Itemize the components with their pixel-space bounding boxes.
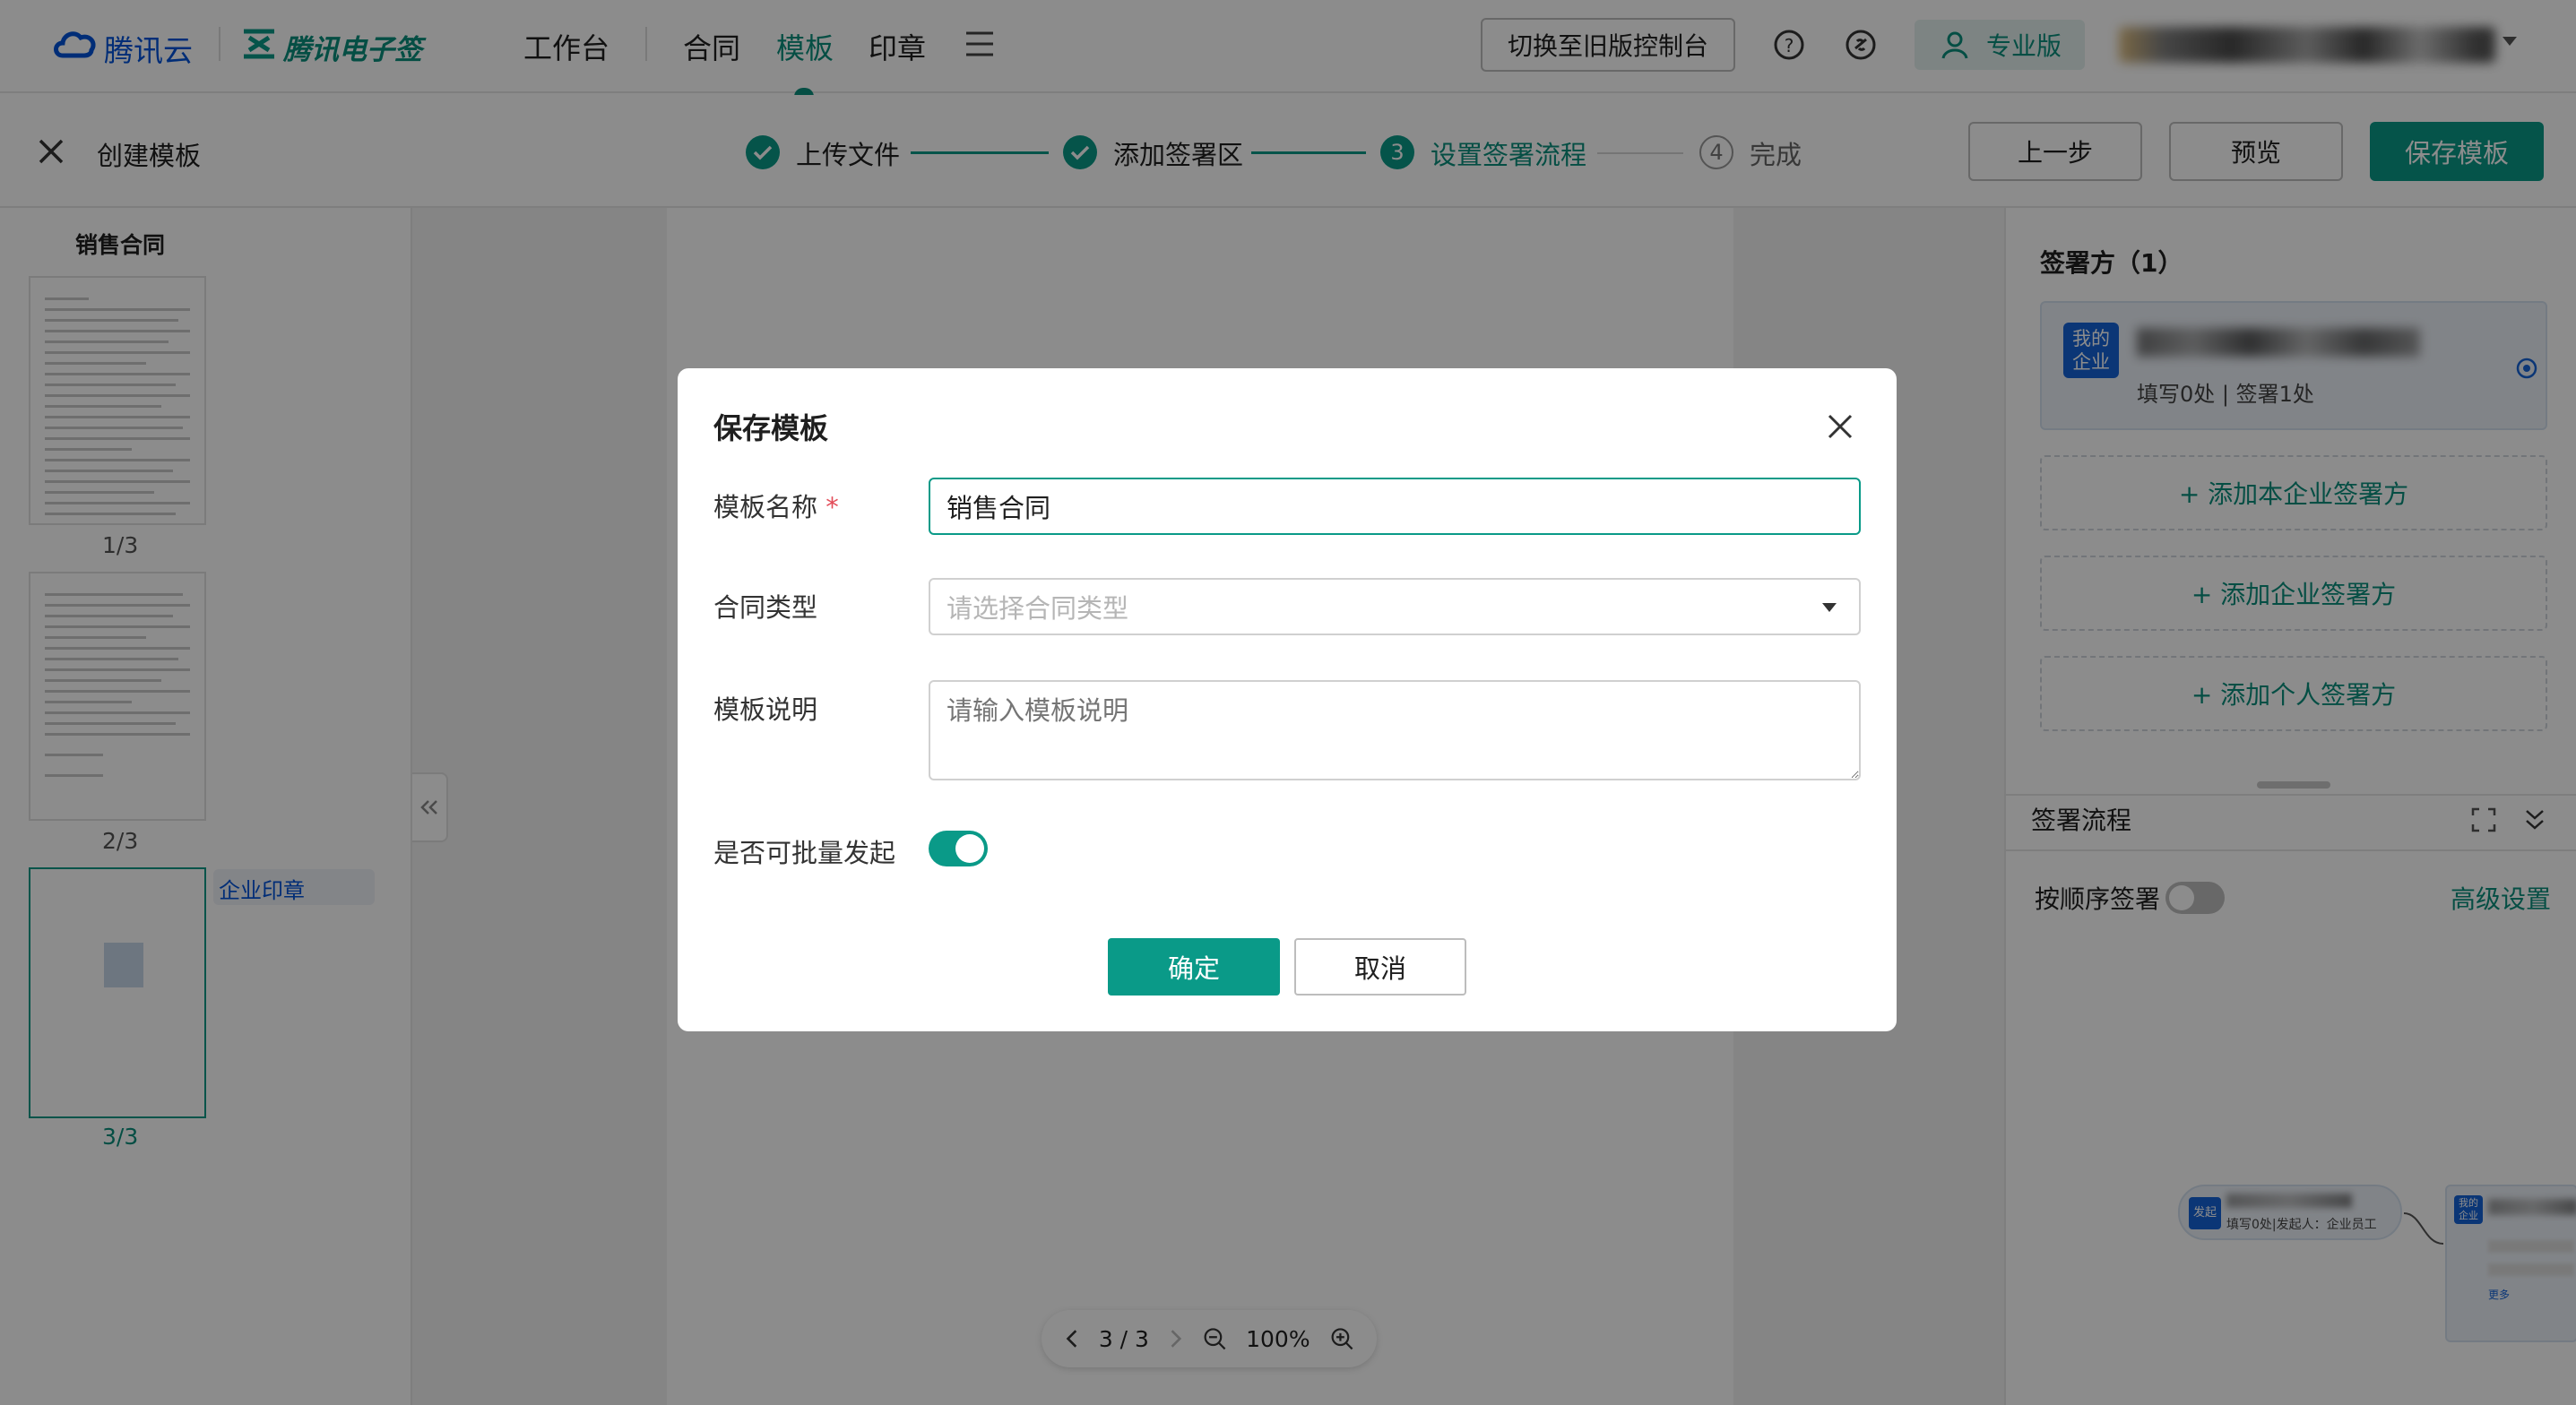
cancel-button[interactable]: 取消	[1294, 938, 1466, 996]
batch-initiate-label: 是否可批量发起	[713, 838, 896, 868]
caret-down-icon	[1822, 603, 1837, 612]
contract-type-select[interactable]: 请选择合同类型	[929, 578, 1861, 635]
template-name-label: 模板名称 *	[713, 492, 839, 522]
save-template-dialog: 保存模板 模板名称 * 合同类型 请选择合同类型 模板说明 是否可批量发起 确定…	[678, 368, 1897, 1031]
contract-type-label: 合同类型	[713, 592, 818, 623]
contract-type-placeholder: 请选择合同类型	[947, 593, 1129, 624]
template-name-input[interactable]	[929, 478, 1861, 535]
confirm-button[interactable]: 确定	[1108, 938, 1280, 996]
template-description-input[interactable]	[929, 680, 1861, 780]
dialog-title: 保存模板	[713, 411, 829, 445]
required-mark: *	[826, 492, 839, 522]
toggle-knob	[955, 834, 984, 863]
batch-initiate-toggle[interactable]	[929, 831, 988, 866]
template-description-label: 模板说明	[713, 694, 818, 725]
close-icon[interactable]	[1827, 413, 1854, 440]
